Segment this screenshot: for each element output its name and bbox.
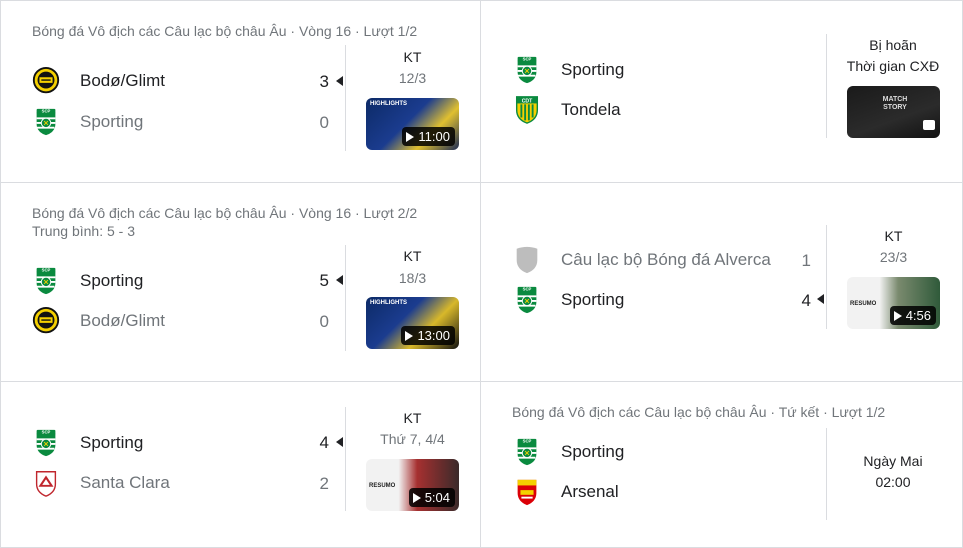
- video-duration-badge: 4:56: [889, 306, 936, 325]
- match-date: 18/3: [398, 270, 427, 286]
- winner-arrow-icon: [336, 437, 343, 447]
- team-name: Sporting: [561, 290, 625, 309]
- sporting-logo-icon: [516, 437, 538, 467]
- match-date: Thứ 7, 4/4: [380, 431, 445, 447]
- match-status: Ngày Mai: [863, 453, 923, 469]
- away-team: Arsenal: [513, 476, 619, 508]
- match-competition-info: Bóng đá Vô địch các Câu lạc bộ châu Âu ·…: [512, 404, 886, 420]
- video-thumbnail[interactable]: MATCH STORY: [847, 86, 940, 138]
- status-divider: [345, 45, 346, 151]
- status-divider: [826, 225, 827, 329]
- thumbnail-label: HIGHLIGHTS: [370, 101, 407, 107]
- video-duration: 4:56: [905, 308, 931, 323]
- away-score: 4: [801, 291, 811, 310]
- match-date: 02:00: [875, 474, 911, 490]
- match-date: 23/3: [879, 249, 908, 265]
- match-competition-info: Bóng đá Vô địch các Câu lạc bộ châu Âu ·…: [32, 205, 418, 221]
- match-status: KT: [403, 248, 422, 264]
- video-duration-badge: 13:00: [401, 326, 455, 345]
- team-name: Sporting: [80, 271, 144, 290]
- match-status: Bị hoãn: [869, 37, 917, 53]
- thumbnail-label: RESUMO: [369, 483, 396, 489]
- away-team: Sporting: [32, 106, 143, 138]
- match-card[interactable]: Bóng đá Vô địch các Câu lạc bộ châu Âu ·…: [0, 183, 480, 381]
- away-score: 2: [319, 474, 329, 493]
- away-team: Tondela: [513, 94, 621, 126]
- home-score: 5: [319, 271, 329, 290]
- video-thumbnail[interactable]: HIGHLIGHTS 11:00: [366, 98, 459, 150]
- alverca-logo-icon: [516, 246, 538, 274]
- match-date: Thời gian CXĐ: [846, 58, 940, 74]
- match-card[interactable]: Bóng đá Vô địch các Câu lạc bộ châu Âu ·…: [481, 382, 963, 548]
- video-duration-badge: 5:04: [408, 488, 455, 507]
- home-team: Sporting: [32, 427, 143, 459]
- play-icon: [406, 131, 415, 142]
- away-team: Sporting: [513, 284, 624, 316]
- match-date: 12/3: [398, 70, 427, 86]
- match-card[interactable]: Sporting 4 Santa Clara 2 KT Thứ 7, 4/4 R…: [0, 382, 480, 548]
- home-team: Sporting: [513, 436, 624, 468]
- aggregate-score: Trung bình: 5 - 3: [32, 223, 135, 239]
- video-icon: [923, 120, 935, 130]
- sporting-logo-icon: [35, 428, 57, 458]
- team-name: Santa Clara: [80, 473, 170, 492]
- match-status: KT: [403, 49, 422, 65]
- home-score: 4: [319, 433, 329, 452]
- thumbnail-label: HIGHLIGHTS: [370, 300, 407, 306]
- video-duration: 11:00: [418, 129, 450, 144]
- bodo-glimt-logo-icon: [32, 66, 60, 94]
- team-name: Sporting: [80, 112, 144, 131]
- video-thumbnail[interactable]: HIGHLIGHTS 13:00: [366, 297, 459, 349]
- status-divider: [345, 407, 346, 511]
- tondela-logo-icon: [515, 95, 539, 125]
- team-name: Arsenal: [561, 482, 619, 501]
- home-team: Bodø/Glimt: [32, 65, 165, 97]
- match-card[interactable]: Bóng đá Vô địch các Câu lạc bộ châu Âu ·…: [0, 0, 480, 182]
- video-thumbnail[interactable]: RESUMO 5:04: [366, 459, 459, 511]
- team-name: Bodø/Glimt: [80, 71, 166, 90]
- play-icon: [412, 492, 421, 503]
- match-status: KT: [403, 410, 422, 426]
- match-card[interactable]: Câu lạc bộ Bóng đá Alverca 1 Sporting 4 …: [481, 183, 963, 381]
- status-divider: [826, 34, 827, 138]
- santa-clara-logo-icon: [35, 471, 57, 497]
- sporting-logo-icon: [35, 107, 57, 137]
- home-team: Sporting: [513, 54, 624, 86]
- team-name: Tondela: [561, 100, 621, 119]
- video-duration: 13:00: [417, 328, 450, 343]
- away-score: 0: [319, 113, 329, 132]
- winner-arrow-icon: [336, 275, 343, 285]
- sporting-logo-icon: [516, 285, 538, 315]
- home-team: Sporting: [32, 265, 143, 297]
- home-team: Câu lạc bộ Bóng đá Alverca: [513, 244, 771, 276]
- match-card[interactable]: Sporting Tondela Bị hoãn Thời gian CXĐ M…: [481, 0, 963, 182]
- team-name: Câu lạc bộ Bóng đá Alverca: [561, 250, 771, 269]
- home-score: 3: [319, 72, 329, 91]
- home-score: 1: [801, 251, 811, 270]
- thumbnail-label: RESUMO: [850, 301, 877, 307]
- match-status: KT: [884, 228, 903, 244]
- status-divider: [345, 245, 346, 351]
- away-team: Bodø/Glimt: [32, 305, 165, 337]
- video-thumbnail[interactable]: RESUMO 4:56: [847, 277, 940, 329]
- team-name: Sporting: [561, 60, 625, 79]
- arsenal-logo-icon: [516, 478, 538, 507]
- sporting-logo-icon: [35, 266, 57, 296]
- team-name: Bodø/Glimt: [80, 311, 166, 330]
- winner-arrow-icon: [817, 294, 824, 304]
- video-duration-badge: 11:00: [402, 127, 455, 146]
- match-competition-info: Bóng đá Vô địch các Câu lạc bộ châu Âu ·…: [32, 23, 418, 39]
- video-duration: 5:04: [424, 490, 450, 505]
- winner-arrow-icon: [336, 76, 343, 86]
- team-name: Sporting: [80, 433, 144, 452]
- thumbnail-label: MATCH STORY: [882, 96, 908, 111]
- away-team: Santa Clara: [32, 467, 170, 499]
- sporting-logo-icon: [516, 55, 538, 85]
- bodo-glimt-logo-icon: [32, 306, 60, 334]
- play-icon: [405, 330, 414, 341]
- play-icon: [893, 310, 902, 321]
- away-score: 0: [319, 312, 329, 331]
- status-divider: [826, 428, 827, 520]
- team-name: Sporting: [561, 442, 625, 461]
